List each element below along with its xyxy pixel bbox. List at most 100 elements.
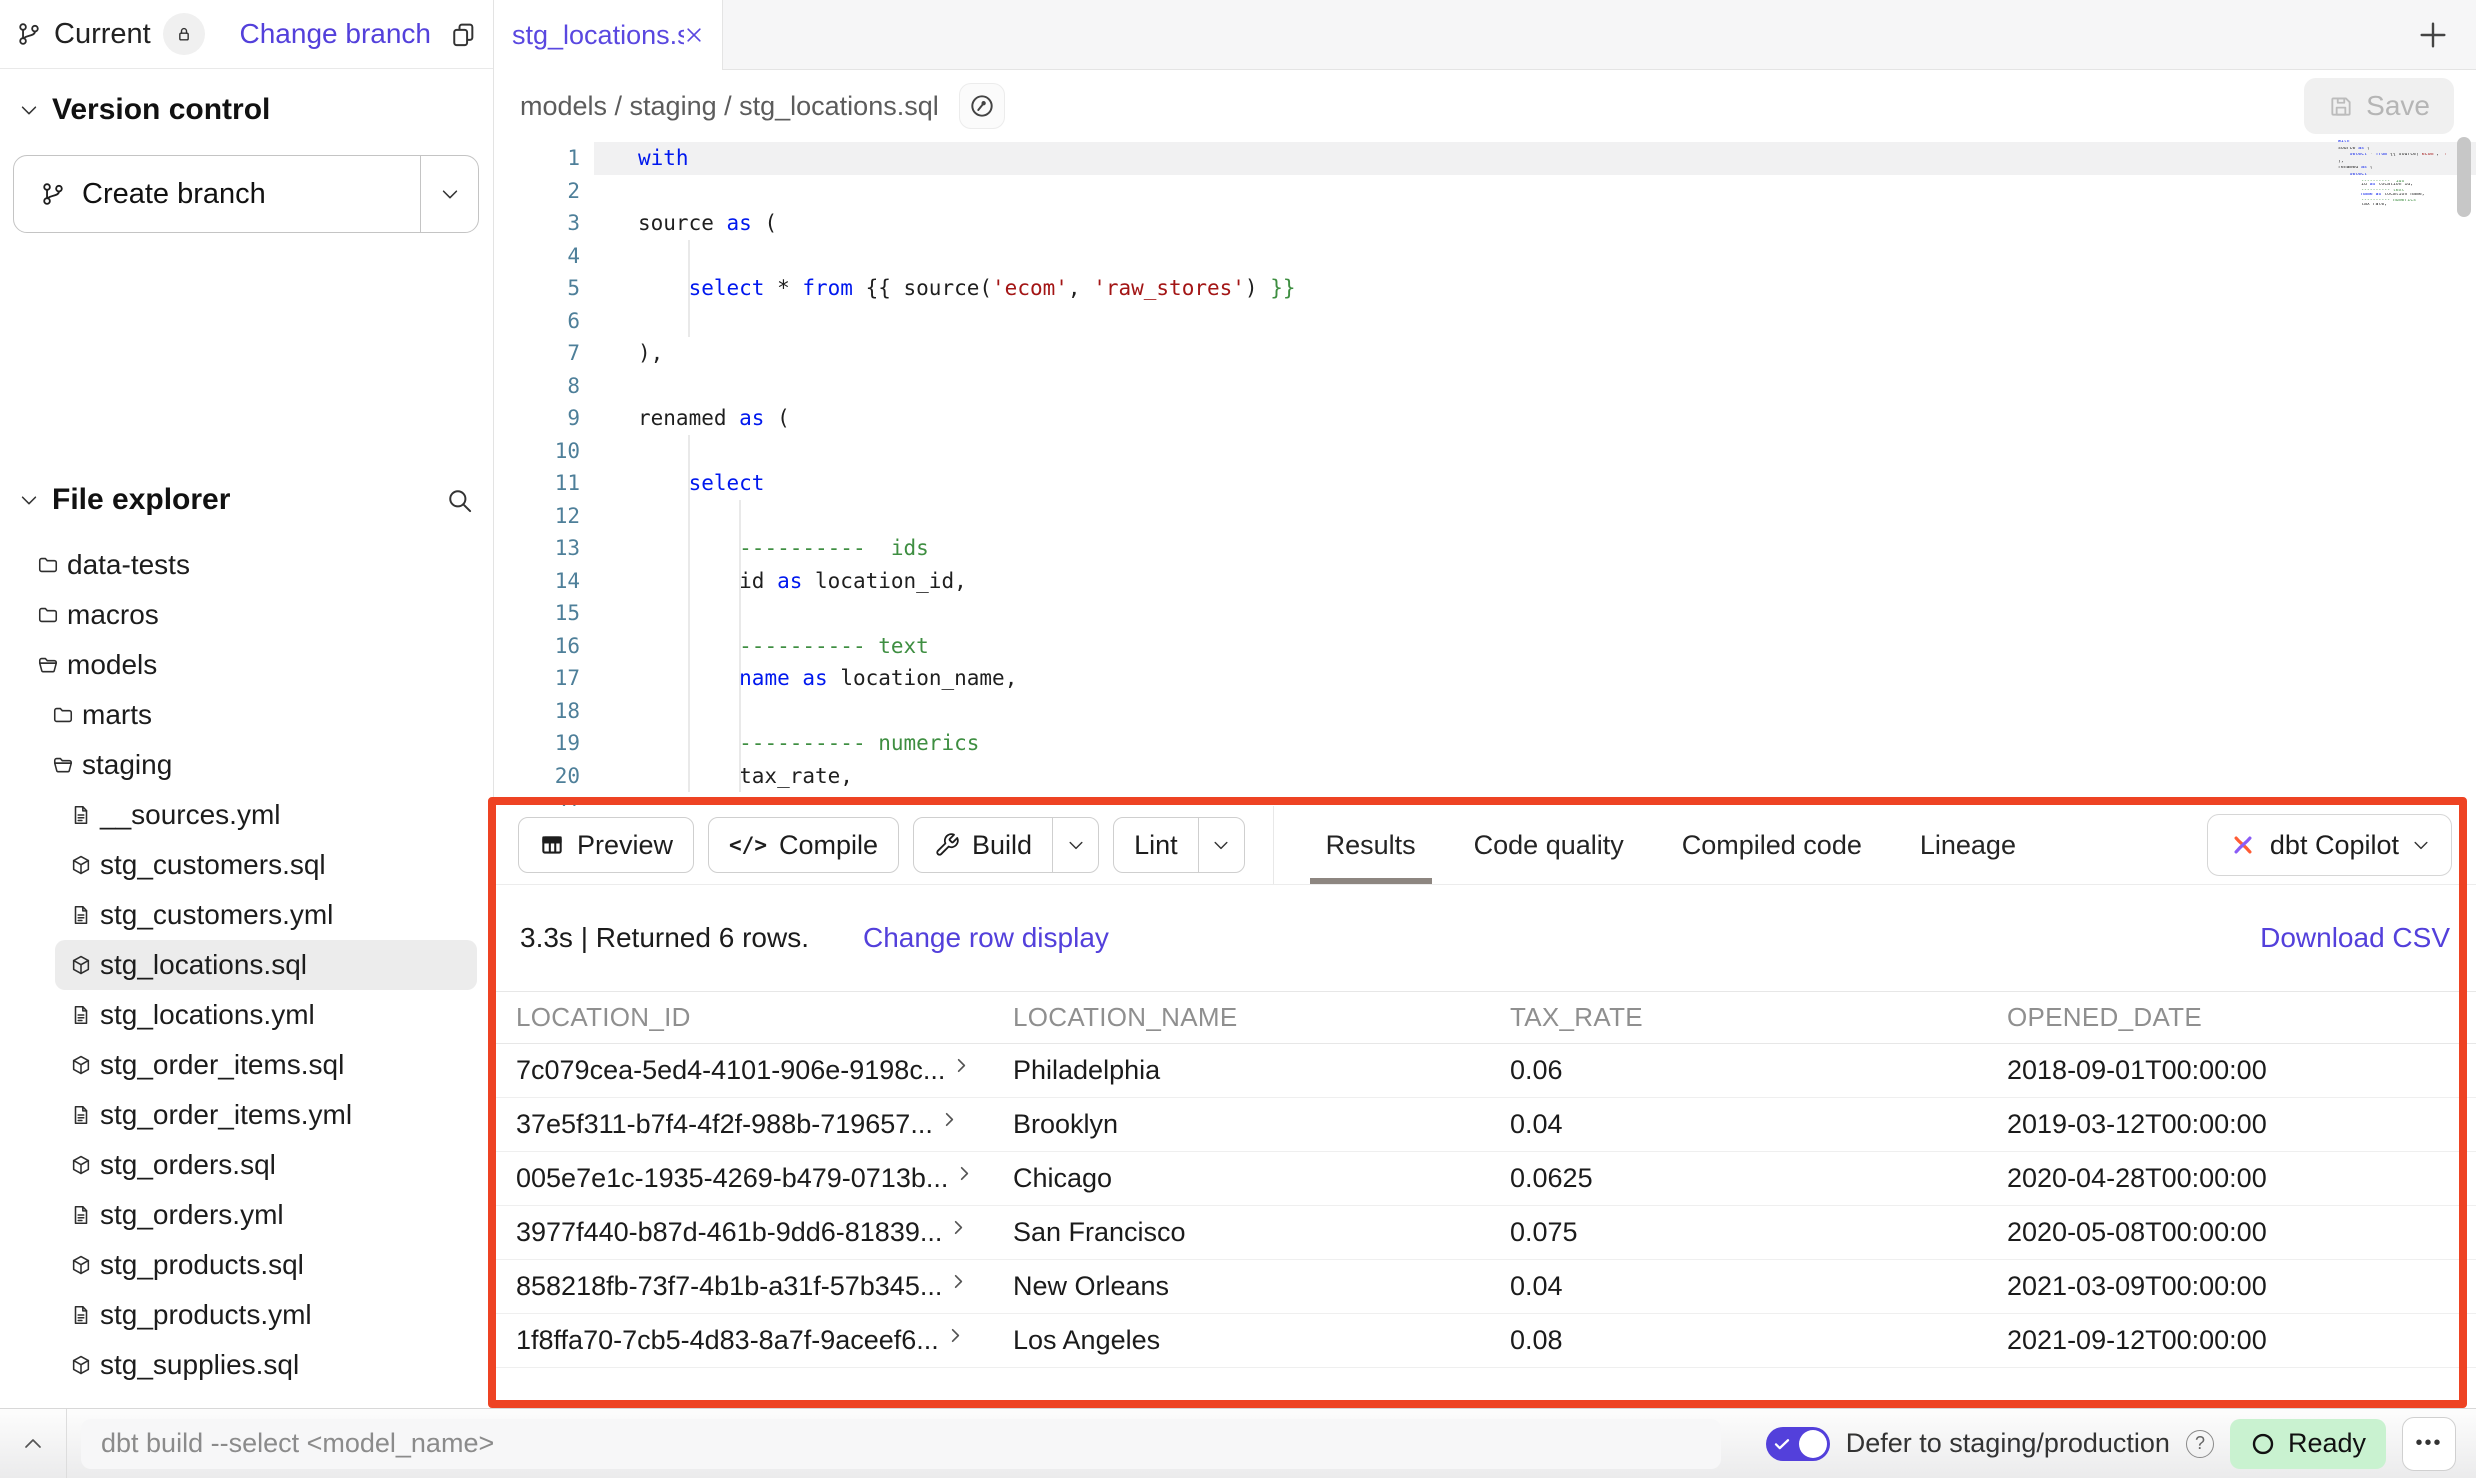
code-line: 20 tax_rate, [494, 760, 2476, 793]
file-tree-item[interactable]: __sources.yml [0, 790, 493, 840]
expand-cell-icon[interactable] [947, 1327, 964, 1344]
open-in-lineage-button[interactable] [959, 83, 1005, 129]
create-branch-label: Create branch [82, 178, 266, 211]
file-tree-item-label: stg_customers.yml [100, 899, 333, 931]
file-tree-item[interactable]: macros [0, 590, 493, 640]
expand-cell-icon[interactable] [941, 1111, 958, 1128]
command-input[interactable] [81, 1419, 1721, 1469]
create-branch-main[interactable]: Create branch [14, 156, 420, 232]
lock-icon [174, 24, 194, 44]
file-tree-item[interactable]: stg_products.yml [0, 1290, 493, 1340]
version-control-section-header[interactable]: Version control [0, 88, 493, 132]
table-cell: New Orleans [991, 1271, 1488, 1302]
line-number: 3 [494, 207, 594, 240]
download-csv-link[interactable]: Download CSV [2260, 922, 2450, 954]
table-cell: 0.04 [1488, 1271, 1985, 1302]
copy-icon[interactable] [449, 20, 477, 48]
change-branch-link[interactable]: Change branch [240, 18, 431, 50]
file-tree-item[interactable]: marts [0, 690, 493, 740]
doc-icon [70, 1004, 92, 1026]
table-row[interactable]: 1f8ffa70-7cb5-4d83-8a7f-9aceef6...Los An… [494, 1314, 2476, 1368]
current-branch-label: Current [54, 18, 151, 51]
file-tree-item[interactable]: models [0, 640, 493, 690]
sidebar: Current Change branch Version control Cr… [0, 0, 494, 1408]
expand-cell-icon[interactable] [950, 1273, 967, 1290]
file-tree-item[interactable]: stg_order_items.yml [0, 1090, 493, 1140]
file-explorer-section-header[interactable]: File explorer [0, 478, 493, 522]
code-line: 6 [494, 305, 2476, 338]
compile-label: Compile [779, 830, 878, 861]
lint-dropdown[interactable] [1198, 818, 1244, 872]
chevron-down-icon [18, 99, 40, 121]
file-tree-item[interactable]: stg_locations.yml [0, 990, 493, 1040]
code-line: 9renamed as ( [494, 402, 2476, 435]
file-tree-item[interactable]: staging [0, 740, 493, 790]
panel-tab-results[interactable]: Results [1326, 806, 1416, 884]
more-options-button[interactable]: ••• [2402, 1417, 2456, 1471]
file-tree-item[interactable]: stg_orders.sql [0, 1140, 493, 1190]
table-row[interactable]: 858218fb-73f7-4b1b-a31f-57b345...New Orl… [494, 1260, 2476, 1314]
lint-button[interactable]: Lint [1113, 817, 1245, 873]
line-number: 11 [494, 467, 594, 500]
results-panel: Preview </> Compile Build [494, 806, 2476, 1408]
panel-tab-code-quality[interactable]: Code quality [1474, 806, 1624, 884]
build-dropdown[interactable] [1052, 818, 1098, 872]
build-button[interactable]: Build [913, 817, 1099, 873]
file-tree-item[interactable]: stg_supplies.sql [0, 1340, 493, 1390]
file-tree-item[interactable]: stg_order_items.sql [0, 1040, 493, 1090]
dbt-copilot-button[interactable]: dbt Copilot [2207, 814, 2452, 876]
preview-button[interactable]: Preview [518, 817, 694, 873]
panel-tab-lineage[interactable]: Lineage [1920, 806, 2016, 884]
table-row[interactable]: 37e5f311-b7f4-4f2f-988b-719657...Brookly… [494, 1098, 2476, 1152]
table-row[interactable]: 005e7e1c-1935-4269-b479-0713b...Chicago0… [494, 1152, 2476, 1206]
file-tree-item[interactable]: stg_orders.yml [0, 1190, 493, 1240]
panel-tabs: Results Code quality Compiled code Lineage [1326, 806, 2016, 884]
file-tree-item-label: stg_orders.sql [100, 1149, 276, 1181]
expand-cell-icon[interactable] [956, 1165, 973, 1182]
file-tree-item-label: stg_customers.sql [100, 849, 326, 881]
chevron-down-icon [2411, 835, 2431, 855]
file-tree-item[interactable]: data-tests [0, 540, 493, 590]
save-button[interactable]: Save [2304, 78, 2454, 134]
file-tree: data-tests macrosmodels marts staging__sour… [0, 540, 493, 1408]
defer-toggle[interactable] [1766, 1427, 1830, 1461]
results-info-row: 3.3s | Returned 6 rows. Change row displ… [494, 885, 2476, 991]
expand-command-bar-button[interactable] [0, 1409, 66, 1478]
table-cell: Philadelphia [991, 1055, 1488, 1086]
version-control-title: Version control [52, 93, 270, 127]
file-tree-item[interactable]: stg_customers.yml [0, 890, 493, 940]
line-number: 8 [494, 370, 594, 403]
dbt-copilot-label: dbt Copilot [2270, 830, 2399, 861]
table-row[interactable]: 7c079cea-5ed4-4101-906e-9198c...Philadel… [494, 1044, 2476, 1098]
expand-cell-icon[interactable] [950, 1219, 967, 1236]
close-icon[interactable] [684, 25, 704, 45]
file-tree-item-label: data-tests [67, 549, 190, 581]
line-number: 17 [494, 662, 594, 695]
compile-button[interactable]: </> Compile [708, 817, 899, 873]
file-tree-item[interactable]: stg_products.sql [0, 1240, 493, 1290]
code-editor[interactable]: 1with23source as (45 select * from {{ so… [494, 142, 2476, 806]
create-branch-button[interactable]: Create branch [13, 155, 479, 233]
table-row[interactable]: 3977f440-b87d-461b-9dd6-81839...San Fran… [494, 1206, 2476, 1260]
change-row-display-link[interactable]: Change row display [863, 922, 1109, 954]
help-icon[interactable]: ? [2186, 1430, 2214, 1458]
file-tree-item-label: marts [82, 699, 152, 731]
new-tab-button[interactable] [2416, 18, 2450, 52]
expand-cell-icon[interactable] [953, 1057, 970, 1074]
tab-stg-locations-sql[interactable]: stg_locations.sql [494, 0, 723, 70]
file-tree-item[interactable]: stg_customers.sql [0, 840, 493, 890]
indent-guide [688, 240, 690, 337]
create-branch-dropdown[interactable] [420, 156, 478, 232]
panel-tab-compiled-code[interactable]: Compiled code [1682, 806, 1862, 884]
minimap[interactable]: withsource as ( select * from {{ source(… [2338, 140, 2446, 230]
file-tree-item[interactable]: stg_locations.sql [55, 940, 477, 990]
search-icon[interactable] [445, 486, 473, 514]
table-cell: 0.075 [1488, 1217, 1985, 1248]
line-number: 18 [494, 695, 594, 728]
file-tree-item-label: stg_order_items.yml [100, 1099, 352, 1131]
editor-scrollbar[interactable] [2457, 137, 2471, 217]
code-line: 18 [494, 695, 2476, 728]
model-icon [70, 1154, 92, 1176]
folder-icon [37, 554, 59, 576]
folder-open-icon [37, 654, 59, 676]
